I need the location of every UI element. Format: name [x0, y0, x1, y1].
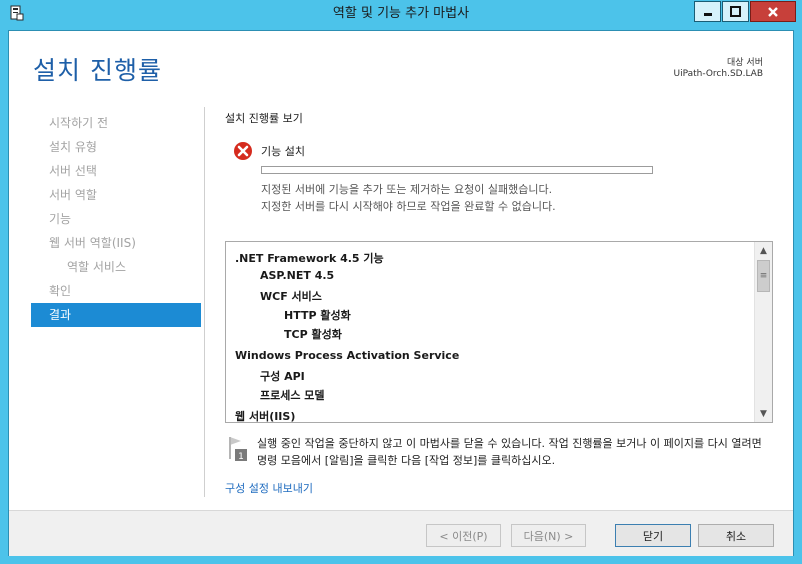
nav-item-server-roles[interactable]: 서버 역할 — [31, 183, 201, 207]
list-item: WCF 서비스 — [260, 290, 322, 303]
info-note: 실행 중인 작업을 중단하지 않고 이 마법사를 닫을 수 있습니다. 작업 진… — [257, 437, 762, 467]
minimize-button[interactable] — [694, 1, 721, 22]
list-item: 프로세스 모델 — [260, 389, 325, 402]
nav-item-installation-type[interactable]: 설치 유형 — [31, 135, 201, 159]
destination-server: UiPath-Orch.SD.LAB — [673, 69, 763, 79]
note-badge: 1 — [238, 452, 244, 462]
list-item: 구성 API — [260, 370, 305, 383]
maximize-icon — [730, 6, 741, 17]
cancel-button[interactable]: 취소 — [698, 524, 774, 547]
nav-item-results[interactable]: 결과 — [31, 303, 201, 327]
close-icon — [768, 6, 778, 17]
content-pane: 설치 진행률 보기 기능 설치 지정된 서버에 기능을 추가 또는 제거하는 요… — [204, 107, 774, 497]
page-title: 설치 진행률 — [33, 56, 162, 85]
feature-list[interactable]: .NET Framework 4.5 기능 ASP.NET 4.5 WCF 서비… — [225, 241, 773, 423]
window-title: 역할 및 기능 추가 마법사 — [332, 6, 470, 21]
feature-install-label: 기능 설치 — [261, 145, 305, 158]
list-item: ASP.NET 4.5 — [260, 269, 335, 282]
scroll-thumb[interactable]: ≡ — [757, 260, 770, 292]
install-progress-bar — [261, 166, 653, 174]
next-button[interactable]: 다음(N) > — [511, 524, 586, 547]
wizard-footer: < 이전(P) 다음(N) > 닫기 취소 — [9, 510, 793, 556]
nav-item-web-server-role[interactable]: 웹 서버 역할(IIS) — [31, 231, 201, 255]
destination-label: 대상 서버 — [727, 58, 763, 68]
list-item: TCP 활성화 — [284, 328, 342, 341]
error-message-line1: 지정된 서버에 기능을 추가 또는 제거하는 요청이 실패했습니다. — [261, 183, 553, 196]
close-window-button[interactable] — [750, 1, 796, 22]
nav-item-before-you-begin[interactable]: 시작하기 전 — [31, 111, 201, 135]
nav-item-confirmation[interactable]: 확인 — [31, 279, 201, 303]
wizard-window: 역할 및 기능 추가 마법사 설치 진행률 대상 서버 UiPath-Orch.… — [0, 0, 802, 564]
list-item: Windows Process Activation Service — [235, 349, 460, 362]
scroll-up-arrow-icon[interactable]: ▲ — [755, 242, 772, 259]
minimize-icon — [703, 12, 712, 16]
feature-list-items: .NET Framework 4.5 기능 ASP.NET 4.5 WCF 서비… — [226, 242, 752, 423]
wizard-body: 설치 진행률 대상 서버 UiPath-Orch.SD.LAB 시작하기 전 설… — [8, 30, 794, 556]
list-item: .NET Framework 4.5 기능 — [235, 252, 384, 265]
nav-item-server-selection[interactable]: 서버 선택 — [31, 159, 201, 183]
section-heading: 설치 진행률 보기 — [225, 112, 303, 125]
export-settings-link[interactable]: 구성 설정 내보내기 — [225, 480, 313, 496]
notification-flag-icon: 1 — [229, 437, 247, 462]
title-bar[interactable]: 역할 및 기능 추가 마법사 — [0, 0, 802, 28]
error-icon — [234, 142, 252, 160]
wizard-nav: 시작하기 전 설치 유형 서버 선택 서버 역할 기능 웹 서버 역할(IIS)… — [31, 111, 201, 327]
scroll-down-arrow-icon[interactable]: ▼ — [755, 405, 772, 422]
close-button[interactable]: 닫기 — [615, 524, 691, 547]
list-item: HTTP 활성화 — [284, 309, 351, 322]
previous-button[interactable]: < 이전(P) — [426, 524, 501, 547]
nav-item-features[interactable]: 기능 — [31, 207, 201, 231]
nav-item-role-services[interactable]: 역할 서비스 — [31, 255, 201, 279]
error-message-line2: 지정한 서버를 다시 시작해야 하므로 작업을 완료할 수 없습니다. — [261, 200, 556, 213]
list-item: 웹 서버(IIS) — [235, 410, 296, 423]
feature-list-scrollbar[interactable]: ▲ ≡ ▼ — [754, 242, 772, 422]
maximize-button[interactable] — [722, 1, 749, 22]
